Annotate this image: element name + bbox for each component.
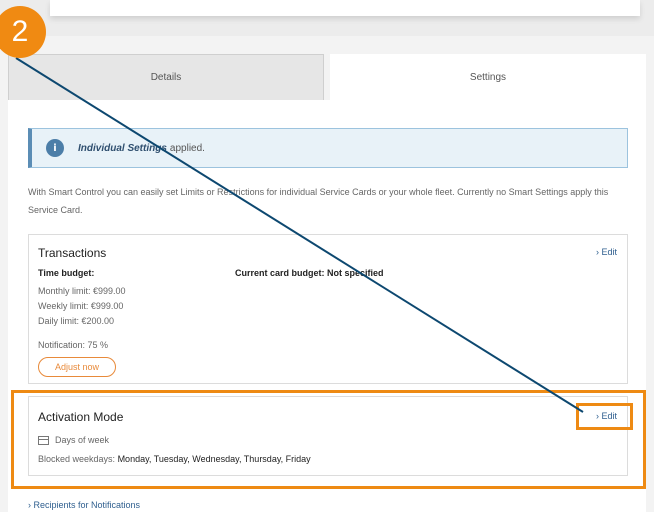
monthly-limit: Monthly limit: €999.00 [38, 286, 126, 296]
time-budget-label: Time budget: [38, 268, 95, 278]
transactions-title: Transactions [38, 246, 107, 260]
info-icon: i [46, 139, 64, 157]
daily-limit: Daily limit: €200.00 [38, 316, 115, 326]
days-of-week-row: Days of week [38, 435, 110, 446]
recipients-for-notifications-link[interactable]: › Recipients for Notifications [28, 500, 140, 510]
info-banner-emphasis: Individual Settings [78, 142, 167, 154]
weekly-limit: Weekly limit: €999.00 [38, 301, 124, 311]
notification-threshold: Notification: 75 % [38, 340, 109, 350]
current-card-budget: Current card budget: Not specified [235, 268, 384, 278]
transactions-edit-link[interactable]: › Edit [596, 247, 617, 257]
info-banner-text: applied. [169, 142, 205, 154]
blocked-weekdays-label: Blocked weekdays: [38, 454, 116, 464]
calendar-icon [38, 436, 49, 446]
smart-control-description: With Smart Control you can easily set Li… [28, 187, 609, 215]
transactions-card: Transactions › Edit Time budget: Current… [28, 234, 628, 384]
adjust-now-button[interactable]: Adjust now [38, 357, 116, 377]
days-of-week-label: Days of week [55, 435, 110, 445]
top-card [50, 0, 640, 16]
tab-details[interactable]: Details [8, 54, 324, 100]
tab-settings[interactable]: Settings [330, 54, 646, 100]
blocked-weekdays-value: Monday, Tuesday, Wednesday, Thursday, Fr… [117, 454, 311, 464]
activation-mode-title: Activation Mode [38, 410, 124, 424]
activation-mode-card: Activation Mode › Edit Days of week Bloc… [28, 396, 628, 476]
activation-mode-edit-link[interactable]: › Edit [596, 411, 617, 421]
blocked-weekdays-row: Blocked weekdays: Monday, Tuesday, Wedne… [38, 454, 311, 464]
info-banner: i Individual Settings applied. [28, 128, 628, 168]
